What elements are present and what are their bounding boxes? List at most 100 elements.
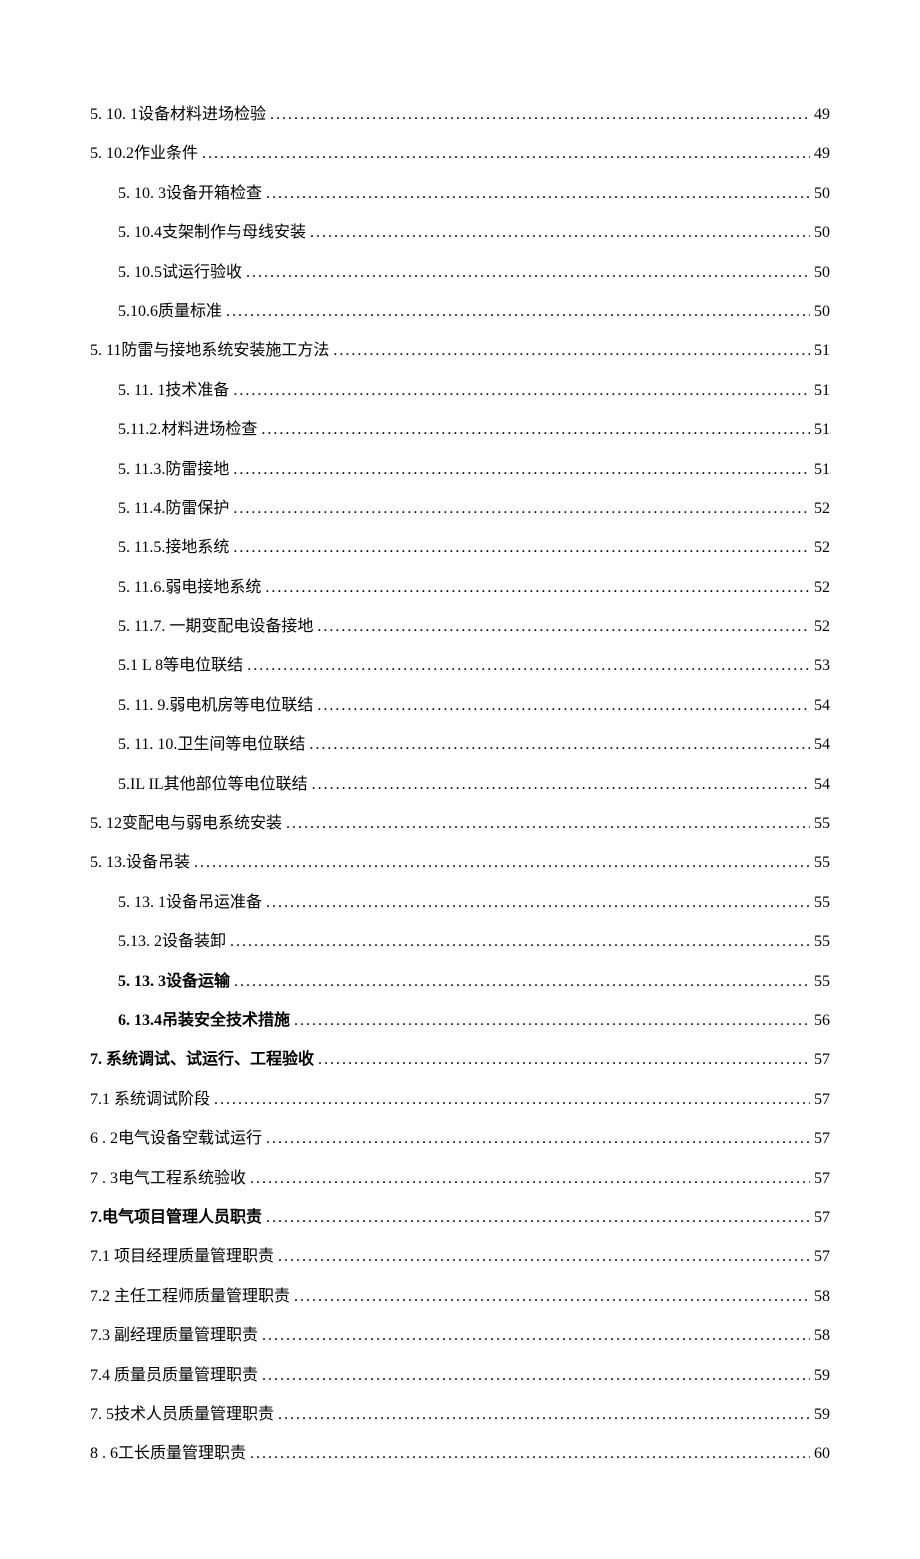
toc-page-number: 58	[814, 1282, 830, 1312]
toc-leader-dots	[310, 218, 810, 248]
toc-entry: 5. 10.5试运行验收 50	[90, 258, 830, 288]
toc-leader-dots	[261, 415, 810, 445]
toc-leader-dots	[266, 179, 810, 209]
toc-leader-dots	[250, 1164, 810, 1194]
toc-label: 5. 13. 1设备吊运准备	[118, 888, 262, 918]
toc-label: 5.11.2.材料进场检查	[118, 415, 257, 445]
toc-entry: 5. 10. 3设备开箱检查 50	[90, 179, 830, 209]
toc-page-number: 57	[814, 1203, 830, 1233]
toc-label: 5. 10.4支架制作与母线安装	[118, 218, 306, 248]
toc-entry: 5.1 L 8等电位联结53	[90, 651, 830, 681]
toc-leader-dots	[294, 1282, 810, 1312]
toc-leader-dots	[318, 1045, 810, 1075]
toc-leader-dots	[294, 1006, 810, 1036]
toc-entry: 7.3 副经理质量管理职责 58	[90, 1321, 830, 1351]
toc-entry: 5. 11.4.防雷保护52	[90, 494, 830, 524]
toc-leader-dots	[234, 967, 810, 997]
toc-leader-dots	[230, 927, 810, 957]
toc-label: 5. 11. 10.卫生间等电位联结	[118, 730, 305, 760]
toc-entry: 7.1 系统调试阶段57	[90, 1085, 830, 1115]
toc-leader-dots	[246, 258, 810, 288]
toc-page-number: 54	[814, 770, 830, 800]
toc-entry: 6 . 2电气设备空载试运行 57	[90, 1124, 830, 1154]
toc-entry: 5.13. 2设备装卸55	[90, 927, 830, 957]
toc-page-number: 53	[814, 651, 830, 681]
toc-leader-dots	[266, 1203, 810, 1233]
toc-entry: 7.4 质量员质量管理职责59	[90, 1361, 830, 1391]
toc-entry: 5.IL IL其他部位等电位联结 54	[90, 770, 830, 800]
toc-entry: 7.电气项目管理人员职责 57	[90, 1203, 830, 1233]
toc-page-number: 58	[814, 1321, 830, 1351]
toc-entry: 5. 11.6.弱电接地系统 52	[90, 573, 830, 603]
toc-entry: 5. 11. 1技术准备51	[90, 376, 830, 406]
toc-leader-dots	[266, 1124, 810, 1154]
toc-leader-dots	[233, 494, 810, 524]
toc-entry: 6. 13.4吊装安全技术措施56	[90, 1006, 830, 1036]
toc-leader-dots	[262, 1361, 810, 1391]
toc-page-number: 55	[814, 848, 830, 878]
toc-entry: 5. 12变配电与弱电系统安装 55	[90, 809, 830, 839]
toc-page-number: 52	[814, 573, 830, 603]
toc-page-number: 51	[814, 455, 830, 485]
toc-label: 7.4 质量员质量管理职责	[90, 1361, 258, 1391]
toc-leader-dots	[214, 1085, 810, 1115]
toc-page-number: 50	[814, 258, 830, 288]
toc-label: 8 . 6工长质量管理职责	[90, 1439, 246, 1469]
toc-page-number: 50	[814, 179, 830, 209]
toc-leader-dots	[266, 888, 810, 918]
toc-label: 5. 11.6.弱电接地系统	[118, 573, 261, 603]
toc-leader-dots	[317, 691, 810, 721]
toc-label: 5. 11.7. 一期变配电设备接地	[118, 612, 313, 642]
toc-label: 6 . 2电气设备空载试运行	[90, 1124, 262, 1154]
toc-page-number: 56	[814, 1006, 830, 1036]
toc-leader-dots	[247, 651, 810, 681]
toc-label: 5. 11.5.接地系统	[118, 533, 229, 563]
toc-page-number: 50	[814, 218, 830, 248]
toc-entry: 5.11.2.材料进场检查 51	[90, 415, 830, 445]
toc-leader-dots	[233, 455, 810, 485]
toc-label: 5. 10. 1设备材料进场检验	[90, 100, 266, 130]
toc-page-number: 57	[814, 1124, 830, 1154]
toc-entry: 7.1 项目经理质量管理职责57	[90, 1242, 830, 1272]
toc-leader-dots	[233, 376, 810, 406]
toc-entry: 5. 11.3.防雷接地 51	[90, 455, 830, 485]
toc-page-number: 50	[814, 297, 830, 327]
toc-label: 7.1 项目经理质量管理职责	[90, 1242, 274, 1272]
toc-entry: 5. 11. 9.弱电机房等电位联结54	[90, 691, 830, 721]
toc-label: 5. 10.5试运行验收	[118, 258, 242, 288]
toc-leader-dots	[317, 612, 810, 642]
toc-page-number: 55	[814, 967, 830, 997]
toc-label: 5.IL IL其他部位等电位联结	[118, 770, 308, 800]
toc-leader-dots	[265, 573, 810, 603]
toc-entry: 5. 10. 1设备材料进场检验49	[90, 100, 830, 130]
toc-page-number: 57	[814, 1164, 830, 1194]
toc-label: 5. 11.3.防雷接地	[118, 455, 229, 485]
toc-label: 5. 11.4.防雷保护	[118, 494, 229, 524]
toc-label: 7 . 3电气工程系统验收	[90, 1164, 246, 1194]
toc-label: 5. 12变配电与弱电系统安装	[90, 809, 282, 839]
toc-leader-dots	[333, 336, 810, 366]
toc-leader-dots	[262, 1321, 810, 1351]
toc-leader-dots	[233, 533, 810, 563]
toc-leader-dots	[250, 1439, 810, 1469]
toc-page-number: 54	[814, 730, 830, 760]
toc-page-number: 57	[814, 1085, 830, 1115]
toc-entry: 7.2 主任工程师质量管理职责58	[90, 1282, 830, 1312]
toc-label: 5. 11防雷与接地系统安装施工方法	[90, 336, 329, 366]
toc-page-number: 59	[814, 1400, 830, 1430]
toc-label: 5. 10. 3设备开箱检查	[118, 179, 262, 209]
toc-page-number: 51	[814, 415, 830, 445]
toc-page-number: 55	[814, 809, 830, 839]
toc-entry: 7. 5技术人员质量管理职责59	[90, 1400, 830, 1430]
toc-leader-dots	[312, 770, 810, 800]
toc-label: 7.电气项目管理人员职责	[90, 1203, 262, 1233]
toc-entry: 5. 10.2作业条件49	[90, 139, 830, 169]
toc-page-number: 55	[814, 888, 830, 918]
toc-entry: 5. 11.7. 一期变配电设备接地52	[90, 612, 830, 642]
toc-label: 5. 11. 1技术准备	[118, 376, 229, 406]
toc-label: 7.3 副经理质量管理职责	[90, 1321, 258, 1351]
toc-leader-dots	[202, 139, 810, 169]
toc-entry: 5. 11. 10.卫生间等电位联结 54	[90, 730, 830, 760]
toc-leader-dots	[270, 100, 810, 130]
toc-leader-dots	[194, 848, 810, 878]
